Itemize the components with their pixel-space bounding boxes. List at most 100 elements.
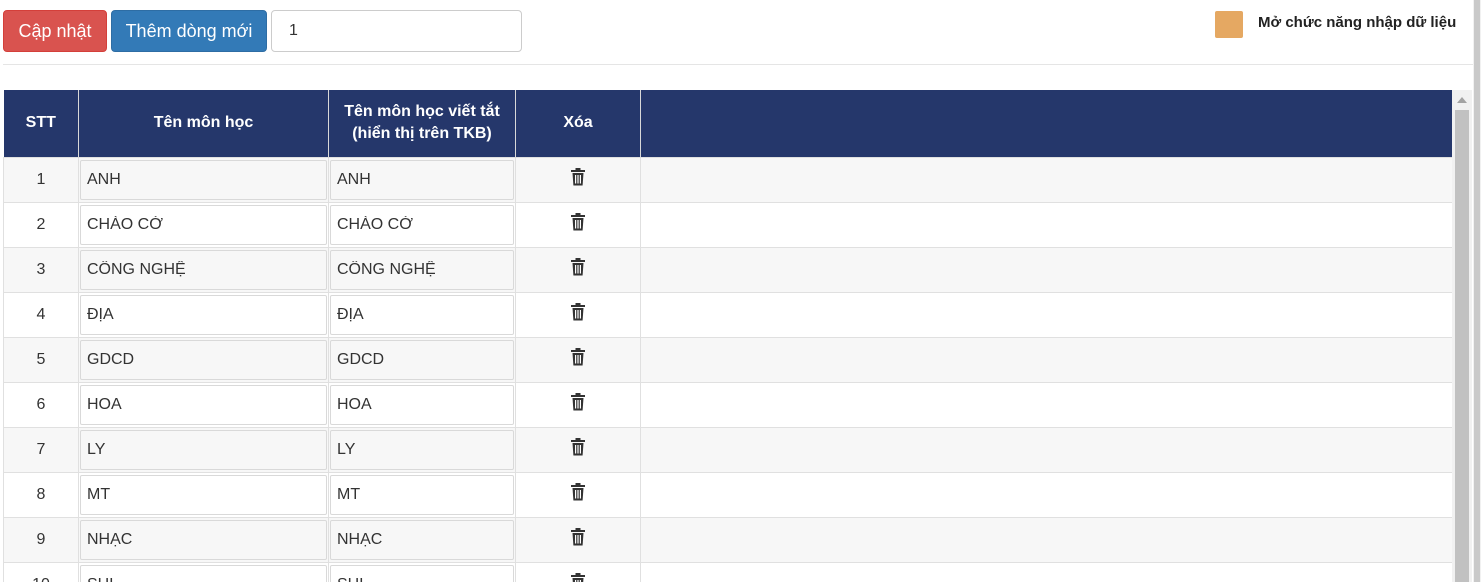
header-short-name: Tên môn học viết tắt (hiển thị trên TKB) (328, 90, 516, 157)
table-header-row: STT Tên môn học Tên môn học viết tắt (hi… (3, 90, 1452, 157)
empty-cell (640, 516, 1452, 563)
trash-icon[interactable] (570, 438, 586, 461)
short-name-input[interactable] (330, 474, 514, 515)
short-name-cell (328, 246, 516, 293)
row-stt: 10 (3, 561, 79, 582)
short-name-cell (328, 336, 516, 383)
subjects-table: STT Tên môn học Tên môn học viết tắt (hi… (3, 90, 1452, 582)
subject-name-input[interactable] (80, 519, 327, 560)
empty-cell (640, 246, 1452, 293)
short-name-input[interactable] (330, 519, 514, 560)
empty-cell (640, 156, 1452, 203)
header-empty (640, 90, 1452, 157)
subject-name-input[interactable] (80, 429, 327, 470)
short-name-input[interactable] (330, 249, 514, 290)
delete-cell (515, 426, 641, 473)
delete-cell (515, 381, 641, 428)
row-stt: 7 (3, 426, 79, 473)
delete-cell (515, 246, 641, 293)
row-stt: 4 (3, 291, 79, 338)
table-row: 8 (3, 471, 1452, 518)
short-name-input[interactable] (330, 159, 514, 200)
delete-cell (515, 156, 641, 203)
data-entry-toggle-label: Mở chức năng nhập dữ liệu (1258, 14, 1457, 31)
subject-name-input[interactable] (80, 339, 327, 380)
header-stt: STT (3, 90, 79, 157)
trash-icon[interactable] (570, 528, 586, 551)
table-row: 6 (3, 381, 1452, 428)
short-name-input[interactable] (330, 429, 514, 470)
table-row: 2 (3, 201, 1452, 248)
trash-icon[interactable] (570, 213, 586, 236)
page-scrollbar-thumb[interactable] (1474, 0, 1480, 582)
short-name-cell (328, 156, 516, 203)
row-stt: 5 (3, 336, 79, 383)
short-name-input[interactable] (330, 339, 514, 380)
delete-cell (515, 471, 641, 518)
empty-cell (640, 201, 1452, 248)
table-scrollbar[interactable] (1452, 90, 1472, 582)
empty-cell (640, 561, 1452, 582)
trash-icon[interactable] (570, 303, 586, 326)
short-name-input[interactable] (330, 384, 514, 425)
short-name-cell (328, 381, 516, 428)
subject-name-cell (78, 336, 329, 383)
row-count-input[interactable] (271, 10, 522, 52)
row-stt: 9 (3, 516, 79, 563)
page-scrollbar[interactable] (1473, 0, 1481, 582)
subject-name-input[interactable] (80, 249, 327, 290)
trash-icon[interactable] (570, 483, 586, 506)
toolbar: Cập nhật Thêm dòng mới Mở chức năng nhập… (0, 0, 1481, 64)
short-name-input[interactable] (330, 294, 514, 335)
subject-name-cell (78, 516, 329, 563)
subjects-table-container: STT Tên môn học Tên môn học viết tắt (hi… (3, 90, 1452, 582)
add-row-button[interactable]: Thêm dòng mới (111, 10, 267, 52)
scroll-up-arrow-icon[interactable] (1457, 97, 1467, 103)
trash-icon[interactable] (570, 573, 586, 582)
short-name-cell (328, 471, 516, 518)
subject-name-input[interactable] (80, 384, 327, 425)
short-name-cell (328, 561, 516, 582)
header-delete: Xóa (515, 90, 641, 157)
subject-name-input[interactable] (80, 474, 327, 515)
subject-name-cell (78, 201, 329, 248)
trash-icon[interactable] (570, 258, 586, 281)
delete-cell (515, 201, 641, 248)
empty-cell (640, 471, 1452, 518)
table-row: 10 (3, 561, 1452, 582)
table-row: 7 (3, 426, 1452, 473)
delete-cell (515, 561, 641, 582)
subject-name-cell (78, 426, 329, 473)
subject-name-input[interactable] (80, 204, 327, 245)
empty-cell (640, 381, 1452, 428)
row-stt: 1 (3, 156, 79, 203)
data-entry-toggle[interactable] (1215, 11, 1243, 38)
empty-cell (640, 336, 1452, 383)
subject-name-input[interactable] (80, 159, 327, 200)
short-name-input[interactable] (330, 204, 514, 245)
delete-cell (515, 336, 641, 383)
header-short-name-line2: (hiển thị trên TKB) (352, 125, 492, 143)
trash-icon[interactable] (570, 168, 586, 191)
row-stt: 2 (3, 201, 79, 248)
table-row: 4 (3, 291, 1452, 338)
short-name-cell (328, 201, 516, 248)
trash-icon[interactable] (570, 393, 586, 416)
subject-name-input[interactable] (80, 294, 327, 335)
update-button[interactable]: Cập nhật (3, 10, 107, 52)
delete-cell (515, 291, 641, 338)
short-name-input[interactable] (330, 564, 514, 582)
short-name-cell (328, 516, 516, 563)
trash-icon[interactable] (570, 348, 586, 371)
subject-name-cell (78, 246, 329, 293)
short-name-cell (328, 426, 516, 473)
table-row: 1 (3, 156, 1452, 203)
short-name-cell (328, 291, 516, 338)
empty-cell (640, 291, 1452, 338)
scrollbar-thumb[interactable] (1455, 110, 1469, 582)
row-stt: 3 (3, 246, 79, 293)
subject-name-input[interactable] (80, 564, 327, 582)
header-short-name-line1: Tên môn học viết tắt (344, 103, 500, 121)
subject-name-cell (78, 561, 329, 582)
row-stt: 8 (3, 471, 79, 518)
